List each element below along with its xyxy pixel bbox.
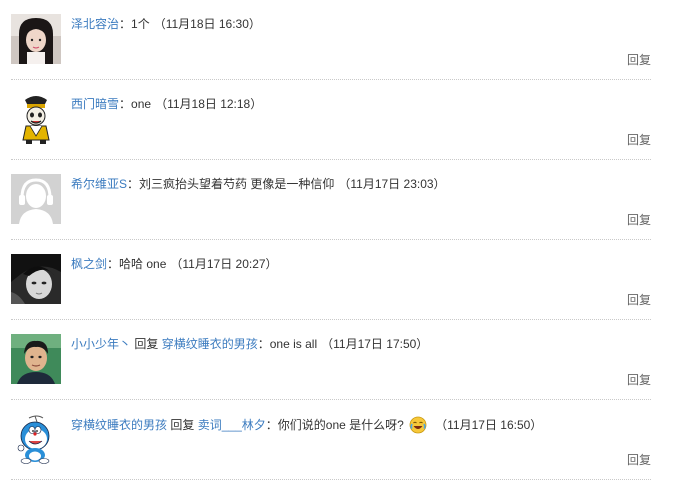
bw-photo-avatar[interactable]: [11, 254, 61, 304]
comment-item: 小小少年丶 回复 穿横纹睡衣的男孩：one is all （11月17日 17:5…: [11, 320, 651, 400]
divider: [11, 479, 651, 480]
comment-item: 穿横纹睡衣的男孩 回复 卖词___林夕：你们说的one 是什么呀? （11月17…: [11, 400, 651, 480]
boy-photo-avatar[interactable]: [11, 334, 61, 384]
comment-item: 西门暗雪：one （11月18日 12:18） 回复: [11, 80, 651, 160]
username-link[interactable]: 枫之剑: [71, 257, 107, 271]
comment-time: （11月18日 16:30）: [153, 17, 261, 31]
comment-content: 1个: [131, 17, 150, 31]
reply-word: 回复: [134, 337, 159, 351]
username-link[interactable]: 西门暗雪: [71, 97, 119, 111]
comment-text-line: 泽北容治：1个 （11月18日 16:30）: [71, 17, 261, 31]
reply-to-username-link[interactable]: 卖词___林夕: [198, 418, 266, 432]
doraemon-avatar[interactable]: [11, 414, 61, 464]
comment-content: 刘三疯抬头望着芍药 更像是一种信仰: [139, 177, 335, 191]
reply-button[interactable]: 回复: [627, 371, 651, 388]
reply-word: 回复: [170, 418, 195, 433]
comment-text-line: 枫之剑：哈哈 one （11月17日 20:27）: [71, 257, 278, 271]
comment-item: 枫之剑：哈哈 one （11月17日 20:27） 回复: [11, 240, 651, 320]
reply-button[interactable]: 回复: [627, 51, 651, 68]
comment-time: （11月17日 16:50）: [435, 418, 543, 433]
username-link[interactable]: 小小少年丶: [71, 337, 131, 351]
comment-time: （11月17日 23:03）: [338, 177, 446, 191]
default-headphone-avatar[interactable]: [11, 174, 61, 224]
comment-text-line: 穿横纹睡衣的男孩 回复 卖词___林夕：你们说的one 是什么呀? （11月17…: [71, 416, 543, 435]
comment-content: 你们说的one 是什么呀?: [277, 418, 404, 433]
colon: ：: [257, 337, 270, 351]
colon: ：: [265, 418, 278, 433]
colon: ：: [127, 177, 140, 191]
username-link[interactable]: 希尔维亚S: [71, 177, 127, 191]
comment-content: one: [131, 97, 152, 111]
comment-text-line: 西门暗雪：one （11月18日 12:18）: [71, 97, 262, 111]
reply-button[interactable]: 回复: [627, 131, 651, 148]
comment-item: 泽北容治：1个 （11月18日 16:30） 回复: [11, 0, 651, 80]
colon: ：: [119, 17, 132, 31]
reply-button[interactable]: 回复: [627, 451, 651, 468]
comment-content: 哈哈 one: [119, 257, 167, 271]
colon: ：: [107, 257, 120, 271]
girl-photo-avatar[interactable]: [11, 14, 61, 64]
colon: ：: [119, 97, 132, 111]
comment-time: （11月18日 12:18）: [155, 97, 263, 111]
username-link[interactable]: 穿横纹睡衣的男孩: [71, 418, 167, 432]
comment-text-line: 小小少年丶 回复 穿横纹睡衣的男孩：one is all （11月17日 17:5…: [71, 337, 428, 351]
reply-button[interactable]: 回复: [627, 211, 651, 228]
reply-button[interactable]: 回复: [627, 291, 651, 308]
comment-text-line: 希尔维亚S：刘三疯抬头望着芍药 更像是一种信仰 （11月17日 23:03）: [71, 177, 446, 191]
cartoon-figure-avatar[interactable]: [11, 94, 61, 144]
reply-to-username-link[interactable]: 穿横纹睡衣的男孩: [162, 337, 258, 351]
laugh-cry-emoji-icon: [409, 416, 427, 434]
comment-item: 希尔维亚S：刘三疯抬头望着芍药 更像是一种信仰 （11月17日 23:03） 回复: [11, 160, 651, 240]
comment-list: 泽北容治：1个 （11月18日 16:30） 回复 西门暗雪：one （11月18日…: [0, 0, 676, 482]
comment-time: （11月17日 20:27）: [170, 257, 278, 271]
comment-content: one is all: [269, 337, 318, 351]
username-link[interactable]: 泽北容治: [71, 17, 119, 31]
comment-time: （11月17日 17:50）: [321, 337, 429, 351]
